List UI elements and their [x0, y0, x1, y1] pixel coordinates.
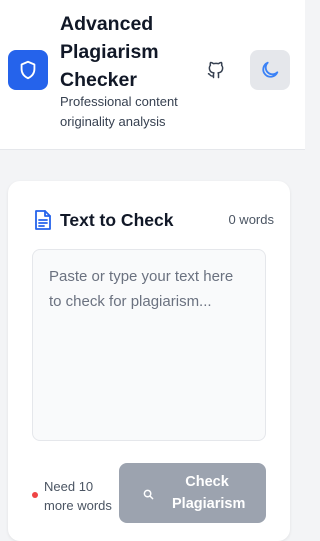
shield-icon — [20, 60, 36, 80]
page-subtitle: Professional content originality analysi… — [60, 94, 178, 129]
moon-icon — [262, 61, 279, 78]
check-button-label: Check Plagiarism — [172, 474, 246, 512]
status-dot — [32, 492, 38, 498]
app-header: Advanced Plagiarism Checker Professional… — [0, 0, 305, 150]
card-title: Text to Check — [60, 210, 174, 230]
check-plagiarism-button[interactable]: Check Plagiarism — [119, 463, 266, 523]
page-title: Advanced Plagiarism Checker — [60, 13, 159, 91]
app-logo — [8, 50, 48, 90]
document-icon — [35, 210, 51, 230]
status-text: Need 10 more words — [44, 479, 112, 513]
search-icon — [143, 489, 154, 499]
text-input-card: Text to Check 0 words Need 10 more words… — [8, 181, 290, 541]
theme-toggle-button[interactable] — [250, 50, 290, 90]
word-count: 0 words — [228, 212, 274, 227]
github-icon — [207, 61, 224, 79]
card-header: Text to Check 0 words — [33, 209, 274, 233]
github-button[interactable] — [198, 52, 234, 88]
text-input-area[interactable] — [32, 249, 266, 441]
